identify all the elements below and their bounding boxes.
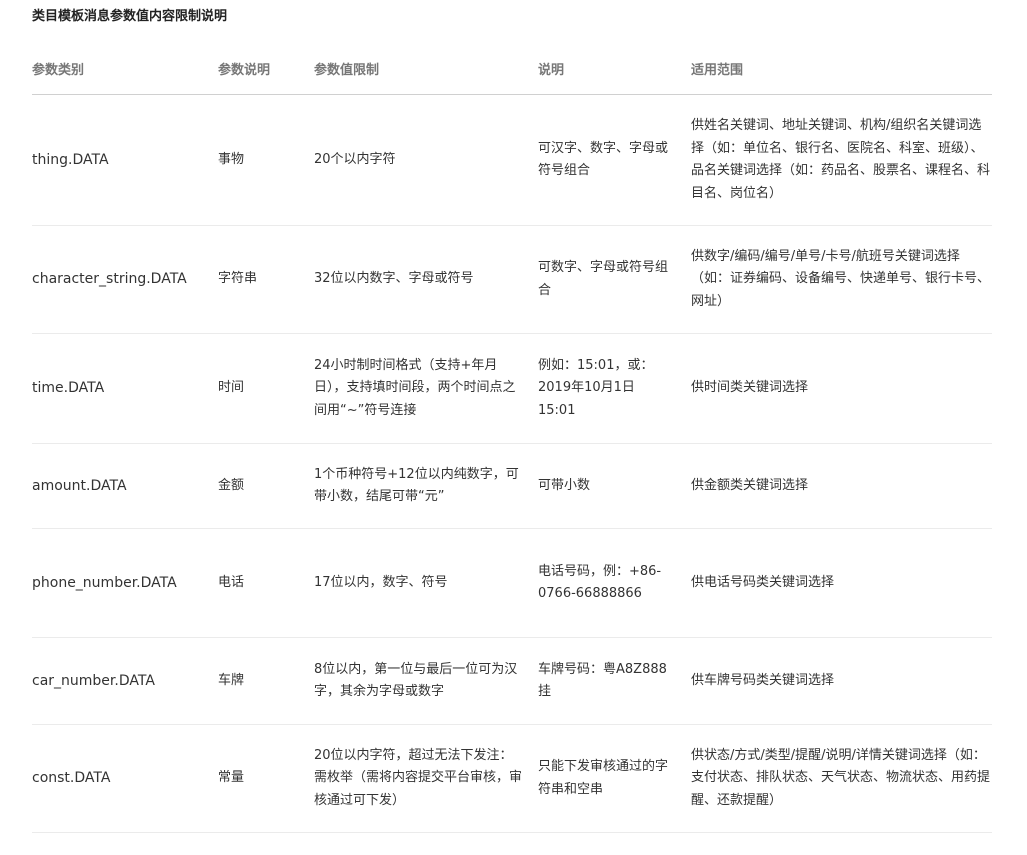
table-row: car_number.DATA 车牌 8位以内，第一位与最后一位可为汉字，其余为… [32, 637, 992, 725]
table-row: const.DATA 常量 20位以内字符，超过无法下发注：需枚举（需将内容提交… [32, 724, 992, 833]
param-category-cell: amount.DATA [32, 443, 218, 529]
param-scope-cell: 供时间类关键词选择 [691, 333, 992, 444]
param-limit-table: 参数类别 参数说明 参数值限制 说明 适用范围 thing.DATA 事物 20… [32, 42, 992, 833]
header-limit: 参数值限制 [314, 42, 538, 95]
param-note-cell: 电话号码，例：+86-0766-66888866 [538, 528, 691, 638]
param-category: phone_number.DATA [32, 574, 177, 591]
param-desc-cell: 电话 [218, 528, 314, 638]
param-note-cell: 可带小数 [538, 443, 691, 529]
header-desc: 参数说明 [218, 42, 314, 95]
param-scope: 供车牌号码类关键词选择 [691, 672, 835, 688]
param-note-cell: 车牌号码：粤A8Z888挂 [538, 637, 691, 725]
param-desc-cell: 字符串 [218, 225, 314, 334]
document-page: 类目模板消息参数值内容限制说明 参数类别 参数说明 参数值限制 说明 适用范围 … [32, 0, 992, 833]
param-scope-cell: 供金额类关键词选择 [691, 443, 992, 529]
param-limit: 20位以内字符，超过无法下发注：需枚举（需将内容提交平台审核，审核通过可下发） [314, 747, 523, 808]
param-note: 可带小数 [538, 477, 591, 493]
param-limit-cell: 1个币种符号+12位以内纯数字，可带小数，结尾可带“元” [314, 443, 538, 529]
param-note: 可汉字、数字、字母或符号组合 [538, 140, 669, 179]
param-note: 可数字、字母或符号组合 [538, 260, 669, 298]
param-limit-cell: 20个以内字符 [314, 94, 538, 226]
param-scope: 供状态/方式/类型/提醒/说明/详情关键词选择（如：支付状态、排队状态、天气状态… [691, 747, 991, 808]
param-limit: 24小时制时间格式（支持+年月日），支持填时间段，两个时间点之间用“~”符号连接 [314, 357, 516, 418]
param-limit: 1个币种符号+12位以内纯数字，可带小数，结尾可带“元” [314, 466, 519, 505]
param-desc: 电话 [218, 574, 245, 590]
header-scope: 适用范围 [691, 42, 992, 95]
param-limit-cell: 17位以内，数字、符号 [314, 528, 538, 638]
param-category: amount.DATA [32, 477, 127, 494]
param-limit-cell: 20位以内字符，超过无法下发注：需枚举（需将内容提交平台审核，审核通过可下发） [314, 724, 538, 833]
param-scope: 供姓名关键词、地址关键词、机构/组织名关键词选择（如：单位名、银行名、医院名、科… [691, 118, 991, 201]
param-limit: 32位以内数字、字母或符号 [314, 271, 474, 287]
header-category: 参数类别 [32, 42, 218, 95]
param-category-cell: const.DATA [32, 724, 218, 833]
param-category-cell: time.DATA [32, 333, 218, 444]
param-category-cell: car_number.DATA [32, 637, 218, 725]
param-scope-cell: 供姓名关键词、地址关键词、机构/组织名关键词选择（如：单位名、银行名、医院名、科… [691, 94, 992, 226]
param-desc: 时间 [218, 380, 245, 396]
param-category: thing.DATA [32, 151, 109, 168]
param-limit: 8位以内，第一位与最后一位可为汉字，其余为字母或数字 [314, 661, 518, 700]
header-note: 说明 [538, 42, 691, 95]
table-row: time.DATA 时间 24小时制时间格式（支持+年月日），支持填时间段，两个… [32, 333, 992, 444]
param-scope: 供数字/编码/编号/单号/卡号/航班号关键词选择（如：证券编码、设备编号、快递单… [691, 248, 991, 309]
page-title: 类目模板消息参数值内容限制说明 [32, 9, 228, 24]
param-note: 车牌号码：粤A8Z888挂 [538, 661, 667, 700]
param-limit-cell: 8位以内，第一位与最后一位可为汉字，其余为字母或数字 [314, 637, 538, 725]
param-scope: 供时间类关键词选择 [691, 380, 809, 396]
param-limit: 17位以内，数字、符号 [314, 574, 448, 590]
param-note: 电话号码，例：+86-0766-66888866 [538, 563, 662, 602]
param-desc-cell: 事物 [218, 94, 314, 226]
param-limit: 20个以内字符 [314, 151, 396, 167]
param-note: 只能下发审核通过的字符串和空串 [538, 759, 669, 797]
param-desc-cell: 时间 [218, 333, 314, 444]
param-category-cell: character_string.DATA [32, 225, 218, 334]
param-note: 例如：15:01，或：2019年10月1日 15:01 [538, 357, 654, 418]
param-limit-cell: 24小时制时间格式（支持+年月日），支持填时间段，两个时间点之间用“~”符号连接 [314, 333, 538, 444]
param-scope-cell: 供车牌号码类关键词选择 [691, 637, 992, 725]
param-note-cell: 例如：15:01，或：2019年10月1日 15:01 [538, 333, 691, 444]
param-category: car_number.DATA [32, 672, 155, 689]
param-scope: 供电话号码类关键词选择 [691, 574, 835, 590]
table-header-row: 参数类别 参数说明 参数值限制 说明 适用范围 [32, 42, 992, 95]
table-row: thing.DATA 事物 20个以内字符 可汉字、数字、字母或符号组合 供姓名… [32, 94, 992, 226]
param-scope-cell: 供数字/编码/编号/单号/卡号/航班号关键词选择（如：证券编码、设备编号、快递单… [691, 225, 992, 334]
param-category-cell: phone_number.DATA [32, 528, 218, 638]
param-limit-cell: 32位以内数字、字母或符号 [314, 225, 538, 334]
param-desc: 金额 [218, 477, 245, 493]
param-category-cell: thing.DATA [32, 94, 218, 226]
param-desc-cell: 常量 [218, 724, 314, 833]
param-scope-cell: 供电话号码类关键词选择 [691, 528, 992, 638]
param-note-cell: 可汉字、数字、字母或符号组合 [538, 94, 691, 226]
param-scope-cell: 供状态/方式/类型/提醒/说明/详情关键词选择（如：支付状态、排队状态、天气状态… [691, 724, 992, 833]
param-desc: 车牌 [218, 672, 245, 688]
param-desc: 字符串 [218, 271, 258, 287]
param-category: time.DATA [32, 380, 105, 397]
param-desc: 常量 [218, 770, 245, 786]
param-desc-cell: 车牌 [218, 637, 314, 725]
table-row: amount.DATA 金额 1个币种符号+12位以内纯数字，可带小数，结尾可带… [32, 443, 992, 529]
param-category: const.DATA [32, 770, 111, 787]
param-scope: 供金额类关键词选择 [691, 477, 809, 493]
param-desc: 事物 [218, 151, 245, 167]
param-desc-cell: 金额 [218, 443, 314, 529]
table-row: character_string.DATA 字符串 32位以内数字、字母或符号 … [32, 225, 992, 334]
table-row: phone_number.DATA 电话 17位以内，数字、符号 电话号码，例：… [32, 528, 992, 638]
param-note-cell: 只能下发审核通过的字符串和空串 [538, 724, 691, 833]
param-note-cell: 可数字、字母或符号组合 [538, 225, 691, 334]
param-category: character_string.DATA [32, 271, 187, 288]
